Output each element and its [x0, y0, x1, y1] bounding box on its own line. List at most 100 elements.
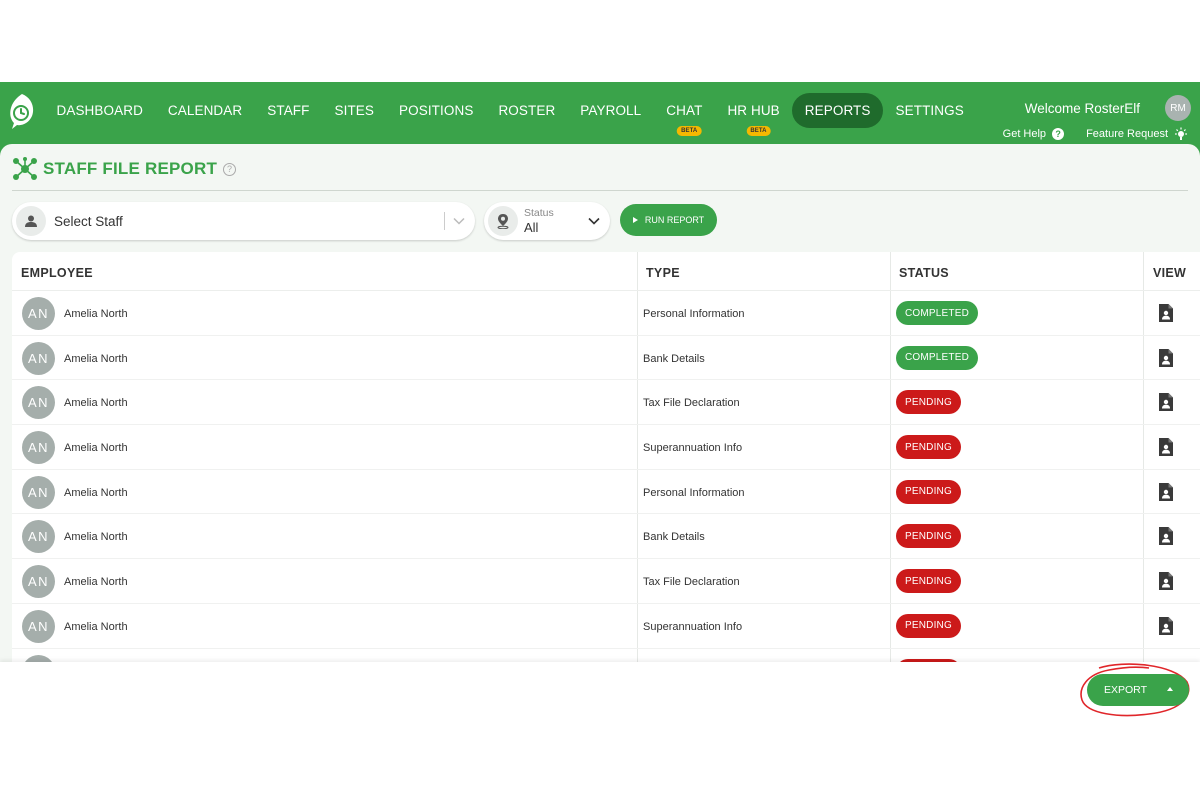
feature-request-label: Feature Request — [1086, 128, 1168, 140]
employee-name: Amelia North — [64, 442, 128, 455]
status-select-label: Status — [524, 207, 554, 219]
nav-item-dashboard[interactable]: DASHBOARD — [44, 93, 155, 128]
table-row: AN Amelia North Personal Information COMPLE… — [12, 291, 1200, 336]
status-badge: PENDING — [896, 435, 961, 460]
document-view-icon[interactable] — [1158, 616, 1174, 636]
get-help-link[interactable]: Get Help ? — [1002, 128, 1065, 140]
nav-item-roster[interactable]: ROSTER — [486, 93, 568, 128]
file-type: Tax File Declaration — [643, 397, 740, 410]
question-circle-icon: ? — [1052, 128, 1065, 140]
document-view-icon[interactable] — [1158, 303, 1174, 323]
chevron-down-icon[interactable] — [588, 217, 600, 225]
export-button[interactable]: EXPORT — [1087, 674, 1189, 706]
status-badge: PENDING — [896, 569, 961, 594]
get-help-label: Get Help — [1002, 128, 1047, 140]
header-employee[interactable]: EMPLOYEE — [21, 266, 93, 280]
feature-request-link[interactable]: Feature Request — [1086, 127, 1188, 141]
staff-file-table: EMPLOYEE TYPE STATUS VIEW AN Amelia North… — [12, 252, 1200, 662]
person-icon — [16, 206, 46, 236]
chevron-down-icon[interactable] — [453, 217, 465, 225]
rosterelf-logo-icon[interactable] — [8, 92, 36, 130]
document-view-icon[interactable] — [1158, 571, 1174, 591]
employee-name: Amelia North — [64, 352, 128, 365]
status-badge: COMPLETED — [896, 301, 979, 325]
nav-item-label: STAFF — [267, 102, 310, 118]
beta-badge: BETA — [746, 125, 771, 136]
file-type: Bank Details — [643, 352, 705, 365]
lightbulb-icon — [1175, 127, 1187, 140]
caret-up-icon — [1167, 687, 1173, 691]
nav-item-staff[interactable]: STAFF — [255, 93, 322, 128]
help-links: Get Help ? Feature Request — [981, 127, 1188, 141]
table-row: AN Amelia North Bank Details PENDING — [12, 514, 1200, 560]
status-badge: PENDING — [896, 390, 961, 415]
footer-bar: EXPORT — [0, 662, 1200, 718]
employee-name: Amelia North — [64, 397, 128, 410]
employee-name: Amelia North — [64, 620, 128, 633]
header-status[interactable]: STATUS — [899, 266, 949, 280]
document-view-icon[interactable] — [1158, 437, 1174, 457]
main-nav: DASHBOARD CALENDAR STAFF SITES POSITIONS ROST… — [44, 92, 976, 136]
employee-avatar: AN — [22, 297, 55, 330]
nav-item-chat[interactable]: CHAT BETA — [654, 93, 715, 136]
header-type[interactable]: TYPE — [646, 266, 680, 280]
nav-item-sites[interactable]: SITES — [322, 93, 387, 128]
staff-select-placeholder: Select Staff — [54, 213, 123, 229]
nav-item-label: CHAT — [666, 102, 703, 118]
page-header: STAFF FILE REPORT ? — [12, 157, 237, 181]
run-report-label: RUN REPORT — [644, 215, 705, 225]
nav-item-label: HR HUB — [727, 102, 780, 118]
top-navigation: DASHBOARD CALENDAR STAFF SITES POSITIONS ROST… — [0, 82, 1200, 144]
file-type: Personal Information — [643, 308, 745, 320]
employee-avatar: AN — [22, 341, 55, 375]
status-select-value: Status All — [524, 207, 588, 235]
document-view-icon[interactable] — [1158, 526, 1174, 546]
file-type: Tax File Declaration — [643, 576, 740, 589]
document-view-icon[interactable] — [1158, 482, 1174, 502]
status-badge: PENDING — [896, 479, 961, 504]
table-row: AN Amelia North Personal Information PENDIN… — [12, 470, 1200, 515]
employee-avatar: AN — [22, 609, 55, 643]
table-row: AN Amelia North Superannuation Info PENDING — [12, 604, 1200, 649]
export-label: EXPORT — [1104, 684, 1147, 696]
question-icon[interactable]: ? — [223, 162, 237, 176]
nav-item-reports[interactable]: REPORTS — [792, 92, 884, 128]
nav-item-calendar[interactable]: CALENDAR — [155, 93, 254, 128]
employee-name: Amelia North — [64, 576, 128, 589]
nav-item-label: PAYROLL — [580, 102, 642, 118]
nav-item-positions[interactable]: POSITIONS — [387, 93, 486, 128]
employee-avatar: AN — [22, 431, 55, 465]
app-window: DASHBOARD CALENDAR STAFF SITES POSITIONS ROST… — [0, 82, 1200, 718]
nav-item-payroll[interactable]: PAYROLL — [568, 93, 654, 128]
table-row: AN Amelia North Bank Details COMPLETED — [12, 336, 1200, 381]
status-select[interactable]: Status All — [484, 202, 610, 240]
staff-select[interactable]: Select Staff — [12, 202, 475, 240]
file-type: Superannuation Info — [643, 442, 743, 455]
welcome-text: Welcome RosterElf — [1024, 101, 1140, 116]
header-view[interactable]: VIEW — [1153, 266, 1186, 280]
document-view-icon[interactable] — [1158, 348, 1174, 368]
nav-item-hr-hub[interactable]: HR HUB BETA — [715, 93, 792, 136]
content-panel: STAFF FILE REPORT ? Select Staff Status … — [0, 144, 1200, 718]
nav-item-label: REPORTS — [804, 102, 871, 118]
run-report-button[interactable]: RUN REPORT — [620, 204, 717, 236]
nav-item-label: ROSTER — [498, 102, 556, 118]
status-badge: PENDING — [896, 524, 961, 549]
employee-name: Amelia North — [64, 308, 128, 320]
select-separator — [444, 212, 445, 230]
employee-avatar — [22, 654, 55, 662]
employee-avatar: AN — [22, 475, 55, 509]
employee-name: Amelia North — [64, 531, 128, 544]
file-type: Superannuation Info — [643, 620, 743, 633]
table-row: AN Amelia North Tax File Declaration PENDIN… — [12, 380, 1200, 426]
table-body: AN Amelia North Personal Information COMPLE… — [12, 291, 1200, 662]
page-title: STAFF FILE REPORT — [43, 159, 218, 178]
user-avatar[interactable]: RM — [1165, 95, 1191, 121]
location-pin-icon — [488, 206, 518, 236]
employee-avatar: AN — [22, 520, 55, 554]
nav-item-settings[interactable]: SETTINGS — [883, 93, 976, 128]
document-view-icon[interactable] — [1158, 392, 1174, 412]
table-row: AN Amelia North Tax File Declaration PENDIN… — [12, 559, 1200, 604]
status-badge: PENDING — [896, 613, 961, 638]
employee-avatar: AN — [22, 565, 55, 599]
